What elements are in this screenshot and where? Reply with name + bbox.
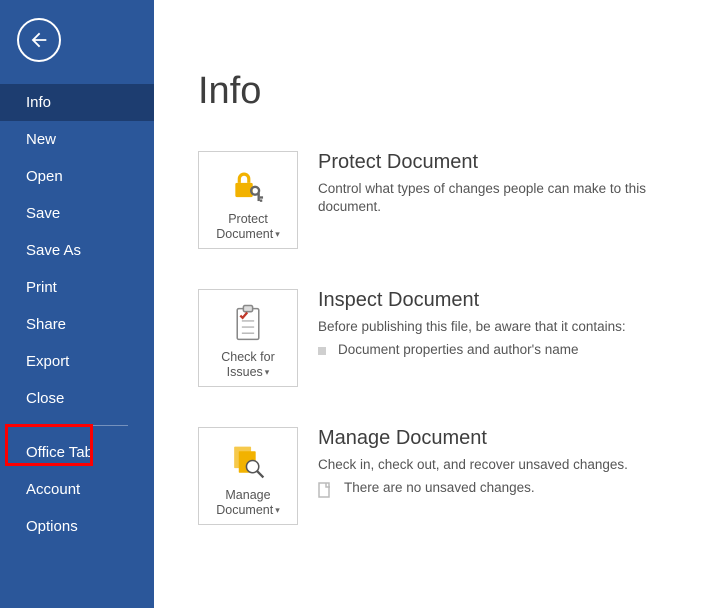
button-label: Document	[216, 227, 273, 241]
nav-label: Save As	[26, 242, 81, 259]
back-button[interactable]	[17, 18, 61, 62]
nav-label: Save	[26, 205, 60, 222]
nav-item-save-as[interactable]: Save As	[0, 232, 154, 269]
nav-label: Close	[26, 390, 64, 407]
page-title: Info	[198, 70, 674, 113]
nav-label: Office Tab	[26, 444, 93, 461]
nav-label: Open	[26, 168, 63, 185]
documents-magnify-icon	[228, 442, 268, 482]
nav-label: Account	[26, 481, 80, 498]
button-label: Issues	[227, 365, 263, 379]
nav-label: Info	[26, 94, 51, 111]
nav-item-new[interactable]: New	[0, 121, 154, 158]
chevron-down-icon: ▾	[275, 505, 280, 516]
backstage-sidebar: Info New Open Save Save As Print Share E…	[0, 0, 154, 608]
protect-desc: Control what types of changes people can…	[318, 180, 674, 216]
inspect-desc: Before publishing this file, be aware th…	[318, 318, 674, 336]
chevron-down-icon: ▾	[275, 229, 280, 240]
main-panel: Info Protect Document▾ Protect Document	[154, 0, 718, 608]
square-bullet-icon	[318, 347, 326, 355]
nav-label: Export	[26, 353, 69, 370]
nav-label: New	[26, 131, 56, 148]
button-label: Manage	[225, 488, 270, 502]
nav-item-close[interactable]: Close	[0, 380, 154, 417]
check-for-issues-button[interactable]: Check for Issues▾	[198, 289, 298, 387]
nav-item-office-tab[interactable]: Office Tab	[0, 434, 154, 471]
nav-item-save[interactable]: Save	[0, 195, 154, 232]
nav-item-account[interactable]: Account	[0, 471, 154, 508]
section-inspect: Check for Issues▾ Inspect Document Befor…	[198, 289, 674, 387]
protect-document-button[interactable]: Protect Document▾	[198, 151, 298, 249]
chevron-down-icon: ▾	[265, 367, 270, 378]
document-icon	[318, 482, 332, 498]
nav-item-print[interactable]: Print	[0, 269, 154, 306]
protect-title: Protect Document	[318, 151, 674, 174]
nav-item-info[interactable]: Info	[0, 84, 154, 121]
nav-item-export[interactable]: Export	[0, 343, 154, 380]
lock-key-icon	[229, 167, 267, 205]
nav-label: Share	[26, 316, 66, 333]
back-arrow-icon	[28, 29, 50, 51]
nav-separator	[26, 425, 128, 426]
manage-document-button[interactable]: Manage Document▾	[198, 427, 298, 525]
button-label: Protect	[228, 212, 268, 226]
nav-item-options[interactable]: Options	[0, 508, 154, 545]
manage-title: Manage Document	[318, 427, 674, 450]
nav-label: Options	[26, 518, 78, 535]
nav-label: Print	[26, 279, 57, 296]
nav-item-open[interactable]: Open	[0, 158, 154, 195]
section-protect: Protect Document▾ Protect Document Contr…	[198, 151, 674, 249]
inspect-bullet: Document properties and author's name	[338, 342, 578, 357]
manage-desc: Check in, check out, and recover unsaved…	[318, 456, 674, 474]
inspect-title: Inspect Document	[318, 289, 674, 312]
nav-item-share[interactable]: Share	[0, 306, 154, 343]
section-manage: Manage Document▾ Manage Document Check i…	[198, 427, 674, 525]
checklist-icon	[229, 304, 267, 344]
button-label: Document	[216, 503, 273, 517]
manage-bullet: There are no unsaved changes.	[344, 480, 535, 495]
button-label: Check for	[221, 350, 275, 364]
